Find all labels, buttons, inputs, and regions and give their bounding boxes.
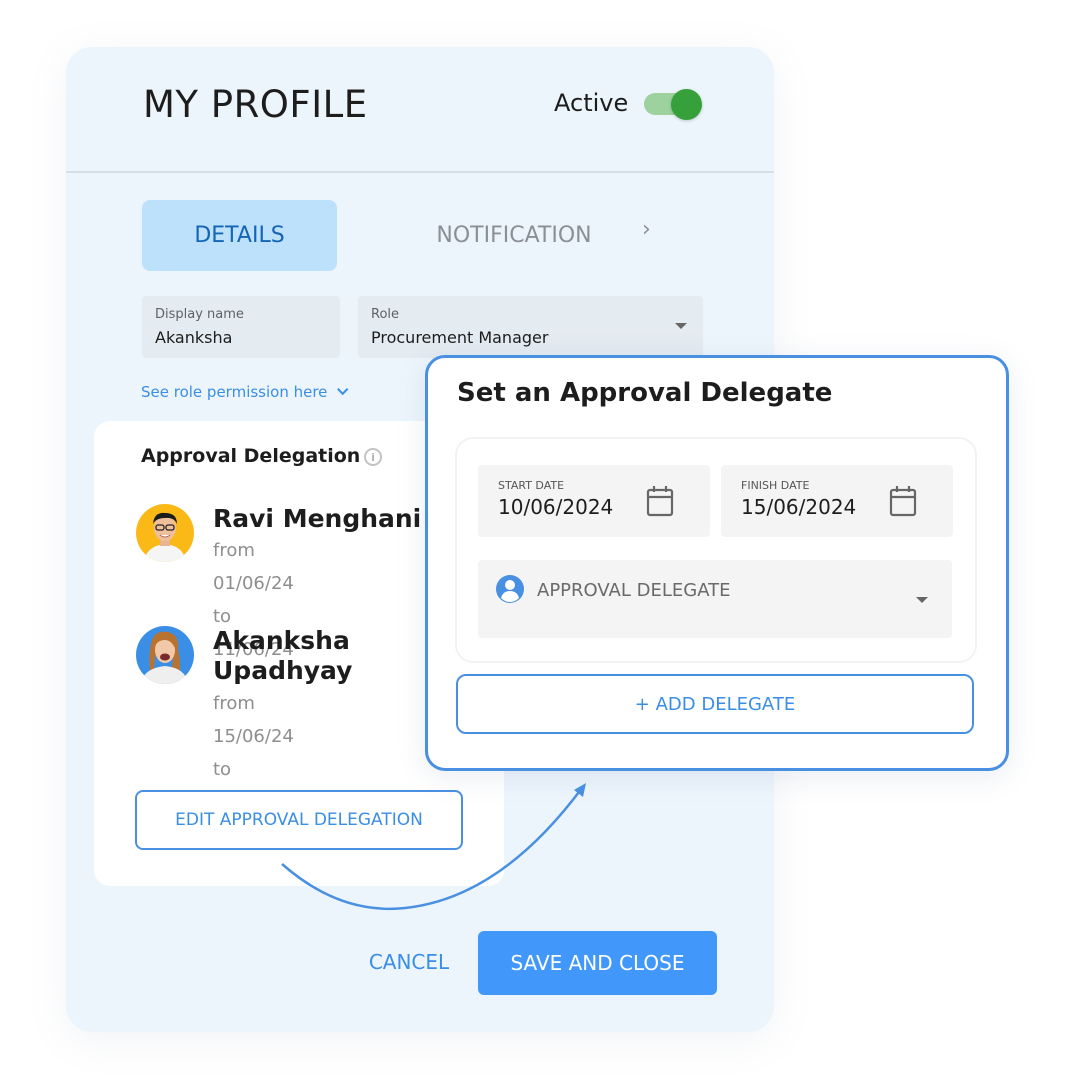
avatar: [136, 504, 194, 562]
approval-delegate-placeholder: APPROVAL DELEGATE: [537, 580, 731, 601]
start-date-label: START DATE: [498, 479, 565, 492]
caret-down-icon: [916, 597, 928, 603]
finish-date-field[interactable]: FINISH DATE 15/06/2024: [721, 465, 953, 537]
caret-down-icon: [675, 323, 687, 329]
role-value: Procurement Manager: [371, 328, 549, 347]
info-icon[interactable]: i: [364, 448, 382, 466]
start-date-field[interactable]: START DATE 10/06/2024: [478, 465, 710, 537]
toggle-knob: [671, 89, 702, 120]
profile-header: MY PROFILE Active: [66, 47, 774, 173]
delegate-form: START DATE 10/06/2024 FINISH DATE 15/06/…: [457, 439, 975, 661]
role-label: Role: [371, 307, 400, 322]
tab-notification[interactable]: NOTIFICATION: [406, 200, 622, 271]
display-name-value: Akanksha: [155, 328, 233, 347]
page-title: MY PROFILE: [143, 83, 368, 126]
role-permission-text: See role permission here: [141, 383, 328, 401]
finish-date-label: FINISH DATE: [741, 479, 810, 492]
display-name-label: Display name: [155, 307, 244, 322]
display-name-field[interactable]: Display name Akanksha: [142, 296, 340, 358]
tab-details[interactable]: DETAILS: [142, 200, 337, 271]
role-permission-link[interactable]: See role permission here: [141, 383, 349, 401]
approval-delegate-modal: Set an Approval Delegate START DATE 10/0…: [425, 355, 1009, 771]
finish-date-value: 15/06/2024: [741, 495, 857, 519]
avatar: [136, 626, 194, 684]
status-label: Active: [554, 89, 629, 117]
delegate-from-date: from 01/06/24: [213, 540, 294, 594]
delegate-name: Ravi Menghani: [213, 504, 422, 533]
calendar-icon[interactable]: [889, 485, 917, 517]
active-toggle[interactable]: [644, 89, 704, 120]
start-date-value: 10/06/2024: [498, 495, 614, 519]
role-select[interactable]: Role Procurement Manager: [358, 296, 703, 358]
save-and-close-button[interactable]: SAVE AND CLOSE: [478, 931, 717, 995]
user-icon: [496, 575, 524, 603]
modal-title: Set an Approval Delegate: [457, 378, 833, 408]
approval-delegation-title: Approval Delegation: [141, 445, 361, 467]
calendar-icon[interactable]: [646, 485, 674, 517]
flow-arrow-icon: [281, 783, 586, 911]
cancel-button[interactable]: CANCEL: [356, 932, 462, 992]
approval-delegate-select[interactable]: APPROVAL DELEGATE: [478, 560, 952, 638]
chevron-right-icon[interactable]: ›: [642, 217, 651, 242]
delegate-from-date: from 15/06/24: [213, 693, 294, 747]
chevron-down-icon: [337, 383, 349, 396]
add-delegate-button[interactable]: + ADD DELEGATE: [456, 674, 974, 734]
delegate-name: Akanksha Upadhyay: [213, 626, 353, 685]
